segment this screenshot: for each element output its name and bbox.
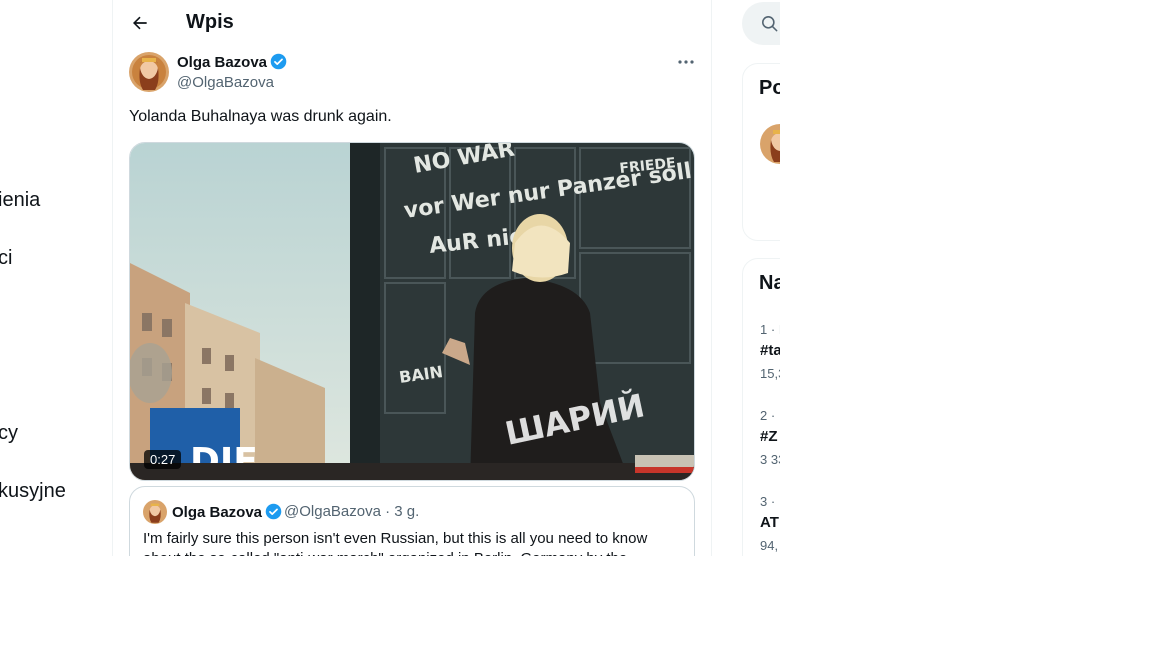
search-input[interactable] (742, 2, 780, 45)
verified-badge-icon (270, 53, 287, 70)
nav-item-exclusive[interactable]: kusyjne (0, 480, 66, 503)
main-column: Wpis Olga Bazova @OlgaBazova Yolanda Buh… (112, 0, 712, 556)
nav-item-communities[interactable]: cy (0, 422, 18, 445)
author-handle[interactable]: @OlgaBazova (177, 74, 274, 91)
video-duration: 0:27 (144, 450, 182, 469)
quoted-tweet[interactable]: Olga Bazova @OlgaBazova · 3 g. I'm fairl… (129, 486, 695, 556)
trend-meta: 2 · (760, 408, 776, 423)
page-title: Wpis (186, 11, 234, 33)
premium-panel: Po (742, 63, 780, 241)
trend-name[interactable]: #ta (760, 342, 780, 359)
tweet-text: Yolanda Buhalnaya was drunk again. (129, 108, 392, 125)
quoted-author-name: Olga Bazova (172, 503, 282, 521)
quoted-author-name-text: Olga Bazova (172, 504, 263, 521)
trends-panel-title: Na (759, 272, 780, 294)
verified-badge-icon (265, 503, 282, 520)
search-icon (761, 15, 778, 32)
arrow-left-icon (133, 16, 147, 30)
premium-panel-title: Po (759, 77, 780, 99)
trends-panel: Na 1 · I #ta 15,3 2 · #Z 3 33 3 · AT 94, (742, 258, 780, 556)
app-viewport: ienia ci cy kusyjne Wpis Olga Bazova @Ol… (0, 0, 780, 556)
back-button[interactable] (127, 8, 153, 38)
quoted-tweet-text: I'm fairly sure this person isn't even R… (143, 530, 648, 556)
trend-count: 15,3 (760, 366, 780, 381)
trend-count: 3 33 (760, 452, 780, 467)
video-thumbnail: NO WAR vor Wer nur Panzer soll AuR nicht… (130, 143, 694, 480)
page-header: Wpis (113, 0, 711, 46)
more-options-button[interactable] (675, 54, 697, 70)
trend-meta: 3 · (760, 494, 776, 509)
author-avatar[interactable] (129, 52, 169, 92)
panel-avatar[interactable] (760, 124, 780, 164)
nav-item-notifications[interactable]: ienia (0, 189, 40, 212)
trend-count: 94, (760, 538, 779, 553)
trend-name[interactable]: AT (760, 514, 779, 531)
quoted-author-handle-time: @OlgaBazova · 3 g. (284, 503, 420, 520)
author-name[interactable]: Olga Bazova (177, 53, 287, 71)
more-dots-icon (678, 60, 694, 64)
trend-name[interactable]: #Z (760, 428, 778, 445)
tweet-video[interactable]: NO WAR vor Wer nur Panzer soll AuR nicht… (129, 142, 695, 481)
author-name-text: Olga Bazova (177, 54, 268, 71)
trend-meta: 1 · I (760, 322, 780, 337)
nav-item-messages[interactable]: ci (0, 247, 12, 270)
quoted-author-avatar (143, 500, 167, 524)
